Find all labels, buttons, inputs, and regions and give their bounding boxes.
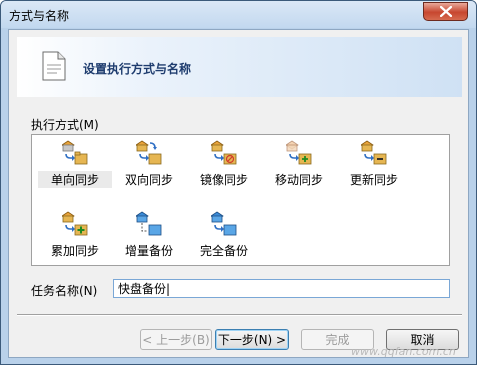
next-button[interactable]: 下一步(N) > <box>215 329 289 350</box>
dialog-client-area: 设置执行方式与名称 执行方式(M) 单向同步 双向同步 镜像同步 移动同步 更新… <box>8 29 469 358</box>
two-way-sync-icon <box>136 140 162 165</box>
mode-two-way-sync[interactable]: 双向同步 <box>112 137 186 195</box>
incremental-backup-icon <box>136 211 162 236</box>
mode-mirror-sync[interactable]: 镜像同步 <box>187 137 261 195</box>
mode-update-sync[interactable]: 更新同步 <box>337 137 411 195</box>
mirror-sync-icon <box>211 140 237 165</box>
dialog-window: 方式与名称 设置执行方式与名称 执行方式(M) 单向同步 双向同步 镜像同步 移… <box>0 0 477 365</box>
mode-label: 累加同步 <box>50 244 99 258</box>
mode-label: 移动同步 <box>274 173 323 187</box>
one-way-sync-icon <box>62 140 88 165</box>
execution-mode-label: 执行方式(M) <box>31 118 99 132</box>
close-icon <box>439 6 452 17</box>
mode-label: 完全备份 <box>199 244 248 258</box>
mode-label: 更新同步 <box>349 173 398 187</box>
cumulative-sync-icon <box>62 211 88 236</box>
full-backup-icon <box>211 211 237 236</box>
header-title: 设置执行方式与名称 <box>83 62 192 76</box>
mode-label: 单向同步 <box>38 171 112 188</box>
mode-one-way-sync[interactable]: 单向同步 <box>38 137 112 195</box>
update-sync-icon <box>361 140 387 165</box>
execution-mode-list: 单向同步 双向同步 镜像同步 移动同步 更新同步 累加同步 增量备份 完全备份 <box>31 134 450 266</box>
mode-label: 镜像同步 <box>199 173 248 187</box>
mode-full-backup[interactable]: 完全备份 <box>187 208 261 266</box>
mode-label: 双向同步 <box>124 173 173 187</box>
mode-incremental-backup[interactable]: 增量备份 <box>112 208 186 266</box>
move-sync-icon <box>286 140 312 165</box>
mode-cumulative-sync[interactable]: 累加同步 <box>38 208 112 266</box>
wizard-header: 设置执行方式与名称 <box>17 37 462 97</box>
prev-button[interactable]: < 上一步(B) <box>140 329 212 350</box>
window-title: 方式与名称 <box>9 9 70 23</box>
task-name-label: 任务名称(N) <box>31 284 98 298</box>
mode-label: 增量备份 <box>124 244 173 258</box>
title-bar[interactable]: 方式与名称 <box>1 1 476 28</box>
button-divider <box>17 314 462 316</box>
close-button[interactable] <box>423 2 468 21</box>
task-name-input[interactable] <box>113 279 450 298</box>
watermark: www.qqfan.com.cn <box>351 345 456 358</box>
mode-move-sync[interactable]: 移动同步 <box>262 137 336 195</box>
document-icon <box>42 51 66 81</box>
